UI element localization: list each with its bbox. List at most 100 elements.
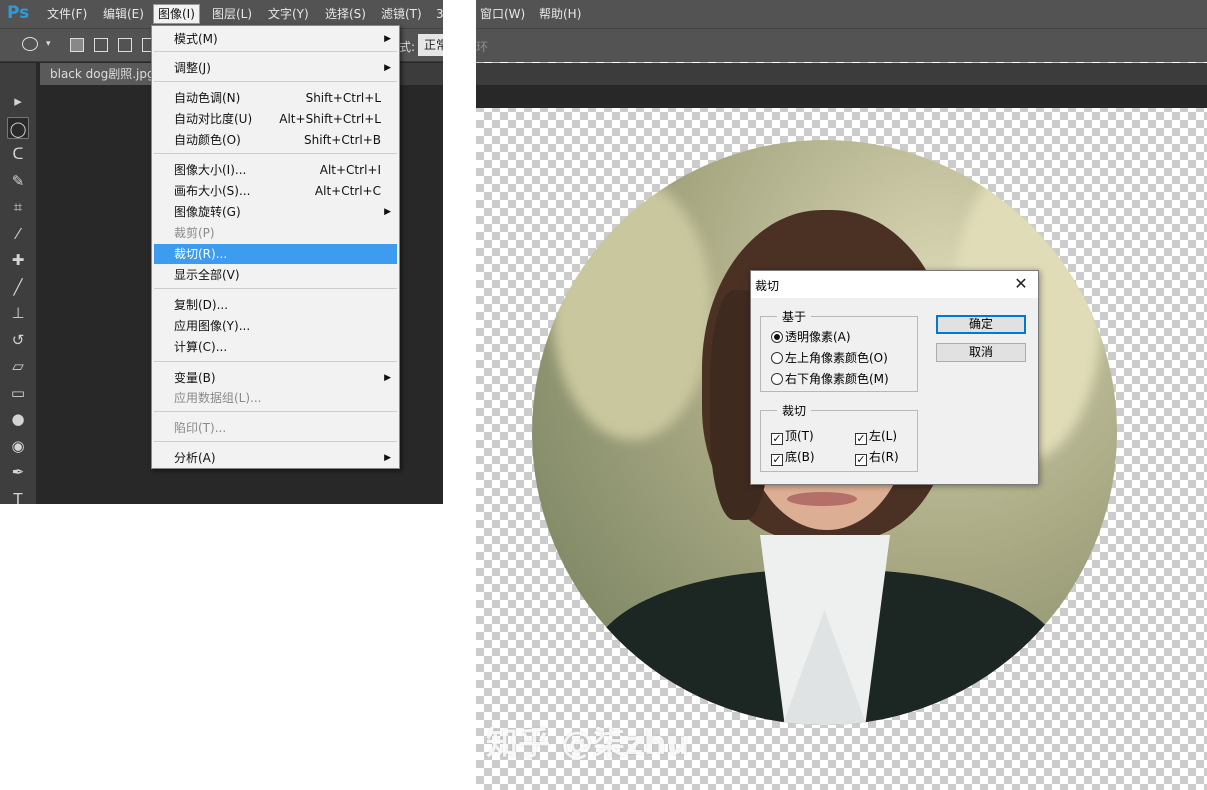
- menu-item-label: 图像大小(I)...: [174, 163, 247, 177]
- pen-tool-icon[interactable]: ✒: [7, 461, 29, 483]
- menu-image[interactable]: 图像(I): [153, 4, 200, 24]
- menu-item-label: 分析(A): [174, 451, 216, 465]
- preset-dropdown-arrow-icon[interactable]: ▾: [46, 39, 51, 49]
- radio-button-icon[interactable]: [771, 373, 783, 385]
- style-select[interactable]: 正常: [418, 34, 443, 56]
- checkbox-bottom[interactable]: ✓ 底(B): [771, 449, 815, 466]
- checkbox-icon[interactable]: ✓: [855, 454, 867, 466]
- menu-item[interactable]: 调整(J) ▶: [154, 58, 397, 78]
- move-tool-icon[interactable]: ▸: [7, 90, 29, 112]
- menu-3d[interactable]: 3: [432, 5, 443, 23]
- menu-filter[interactable]: 滤镜(T): [377, 5, 426, 23]
- document-tab[interactable]: black dog剧照.jpg: [40, 63, 165, 85]
- menu-item[interactable]: 图像旋转(G) ▶: [154, 202, 397, 222]
- radio-label: 右下角像素颜色(M): [785, 372, 889, 386]
- gradient-tool-icon[interactable]: ▭: [7, 382, 29, 404]
- history-brush-tool-icon[interactable]: ↺: [7, 329, 29, 351]
- checkbox-top[interactable]: ✓ 顶(T): [771, 428, 814, 445]
- close-icon[interactable]: ✕: [1012, 273, 1030, 295]
- menu-item-label: 调整(J): [174, 61, 211, 75]
- background-blur: [552, 180, 712, 440]
- menu-item[interactable]: 模式(M) ▶: [154, 29, 397, 49]
- menu-item[interactable]: 显示全部(V): [154, 265, 397, 285]
- brush-tool-icon[interactable]: ╱: [7, 276, 29, 298]
- submenu-arrow-icon: ▶: [384, 207, 391, 217]
- crop-tool-icon[interactable]: ⌗: [7, 196, 29, 218]
- menu-item-label: 画布大小(S)...: [174, 184, 251, 198]
- radio-bottom-right-pixel-color[interactable]: 右下角像素颜色(M): [771, 371, 889, 387]
- menu-item[interactable]: 裁切(R)...: [154, 244, 397, 264]
- menu-file[interactable]: 文件(F): [43, 5, 91, 23]
- menu-item-shortcut: Alt+Shift+Ctrl+L: [279, 112, 381, 126]
- menu-item[interactable]: 画布大小(S)... Alt+Ctrl+C: [154, 181, 397, 201]
- dodge-tool-icon[interactable]: ◉: [7, 435, 29, 457]
- based-on-group: 基于 透明像素(A) 左上角像素颜色(O) 右下角像素颜色(M): [760, 308, 918, 392]
- checkbox-left[interactable]: ✓ 左(L): [855, 428, 898, 445]
- menu-item-label: 陷印(T)...: [174, 421, 227, 435]
- menu-layer[interactable]: 图层(L): [208, 5, 256, 23]
- menu-help[interactable]: 帮助(H): [535, 5, 585, 23]
- menu-type[interactable]: 文字(Y): [264, 5, 313, 23]
- menu-item[interactable]: 变量(B) ▶: [154, 368, 397, 388]
- menu-item-label: 图像旋转(G): [174, 205, 241, 219]
- elliptical-marquee-tool-icon[interactable]: ◯: [7, 116, 29, 139]
- radio-button-icon[interactable]: [771, 352, 783, 364]
- menu-item[interactable]: 复制(D)...: [154, 295, 397, 315]
- menu-separator: [154, 441, 397, 442]
- canvas-top-strip: [476, 85, 1207, 108]
- menu-item[interactable]: 自动颜色(O) Shift+Ctrl+B: [154, 130, 397, 150]
- menu-edit[interactable]: 编辑(E): [99, 5, 148, 23]
- menu-item: 裁剪(P): [154, 223, 397, 243]
- menu-separator: [154, 288, 397, 289]
- menu-select[interactable]: 选择(S): [321, 5, 370, 23]
- menu-item-label: 裁切(R)...: [174, 247, 228, 261]
- menu-item[interactable]: 应用图像(Y)...: [154, 316, 397, 336]
- menu-separator: [154, 411, 397, 412]
- ok-button[interactable]: 确定: [936, 315, 1026, 334]
- healing-brush-tool-icon[interactable]: ✚: [7, 249, 29, 271]
- eraser-tool-icon[interactable]: ▱: [7, 355, 29, 377]
- photoshop-logo: Ps: [7, 3, 30, 23]
- menu-window[interactable]: 窗口(W): [476, 5, 529, 23]
- radio-button-icon[interactable]: [771, 331, 783, 343]
- menu-item-label: 模式(M): [174, 32, 218, 46]
- clone-stamp-tool-icon[interactable]: ⊥: [7, 302, 29, 324]
- menu-item-label: 变量(B): [174, 371, 216, 385]
- radio-top-left-pixel-color[interactable]: 左上角像素颜色(O): [771, 350, 888, 366]
- menu-item-label: 应用图像(Y)...: [174, 319, 251, 333]
- menu-bar-right: 窗口(W) 帮助(H): [476, 0, 1207, 28]
- ellipse-preset-icon[interactable]: [22, 37, 38, 51]
- menu-item[interactable]: 计算(C)...: [154, 337, 397, 357]
- dialog-titlebar: 裁切 ✕: [751, 271, 1038, 298]
- lasso-tool-icon[interactable]: ᑕ: [7, 143, 29, 165]
- checkbox-icon[interactable]: ✓: [771, 433, 783, 445]
- tab-bar-right: [476, 63, 1207, 85]
- submenu-arrow-icon: ▶: [384, 34, 391, 44]
- checkbox-right[interactable]: ✓ 右(R): [855, 449, 899, 466]
- checkbox-icon[interactable]: ✓: [855, 433, 867, 445]
- add-to-selection-icon[interactable]: [94, 38, 108, 52]
- cancel-button[interactable]: 取消: [936, 343, 1026, 362]
- quick-selection-tool-icon[interactable]: ✎: [7, 170, 29, 192]
- submenu-arrow-icon: ▶: [384, 453, 391, 463]
- type-tool-icon[interactable]: T: [7, 488, 29, 505]
- blur-tool-icon[interactable]: ●: [7, 408, 29, 430]
- checkbox-label: 底(B): [785, 450, 815, 464]
- watermark-text: 知乎 @柒zhu: [486, 724, 690, 762]
- menu-item[interactable]: 自动色调(N) Shift+Ctrl+L: [154, 88, 397, 108]
- eyedropper-tool-icon[interactable]: ⁄: [7, 223, 29, 245]
- menu-item-label: 自动色调(N): [174, 91, 241, 105]
- photoshop-window-right: 窗口(W) 帮助(H) 环 裁切 ✕ 基于 透明像素(A) 左上角像素颜色(O): [476, 0, 1207, 790]
- new-selection-icon[interactable]: [70, 38, 84, 52]
- checkbox-icon[interactable]: ✓: [771, 454, 783, 466]
- menu-item[interactable]: 自动对比度(U) Alt+Shift+Ctrl+L: [154, 109, 397, 129]
- menu-bar: Ps 文件(F) 编辑(E) 图像(I) 图层(L) 文字(Y) 选择(S) 滤…: [0, 0, 443, 28]
- radio-label: 透明像素(A): [785, 330, 851, 344]
- radio-transparent-pixels[interactable]: 透明像素(A): [771, 329, 851, 345]
- trim-away-legend: 裁切: [777, 402, 812, 419]
- menu-item[interactable]: 分析(A) ▶: [154, 448, 397, 468]
- subtract-selection-icon[interactable]: [118, 38, 132, 52]
- checkbox-label: 左(L): [869, 429, 898, 443]
- menu-item[interactable]: 图像大小(I)... Alt+Ctrl+I: [154, 160, 397, 180]
- menu-item-label: 显示全部(V): [174, 268, 240, 282]
